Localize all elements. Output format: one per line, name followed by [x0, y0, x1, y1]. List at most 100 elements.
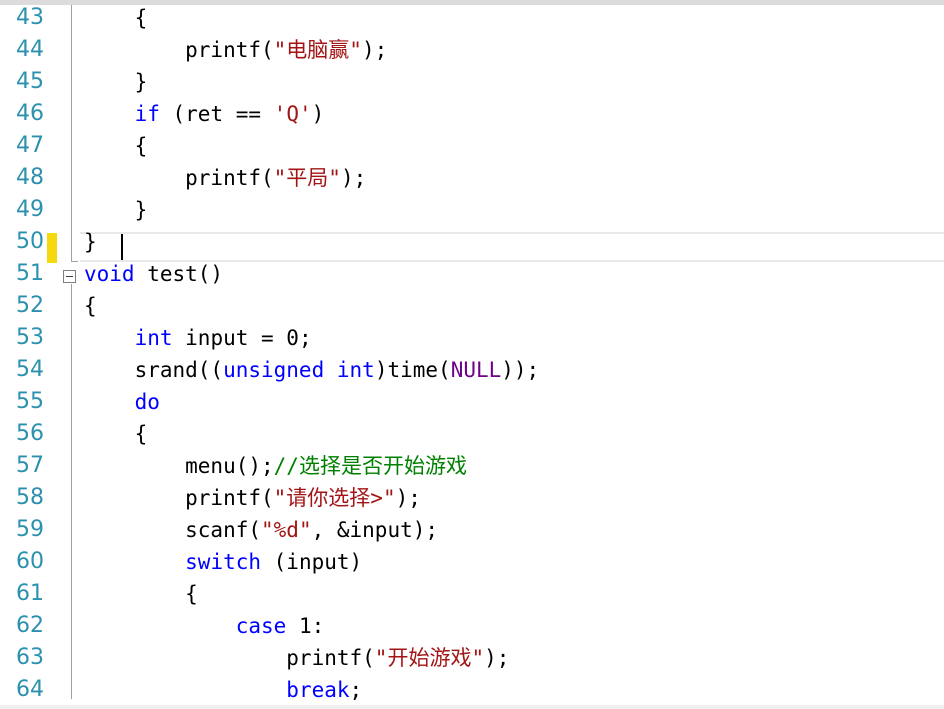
code-token: )); [501, 358, 540, 382]
code-line[interactable]: 63 printf("开始游戏"); [0, 642, 944, 674]
line-number: 49 [16, 197, 44, 222]
line-code[interactable]: } [84, 226, 97, 258]
line-code[interactable]: } [84, 66, 148, 98]
line-number: 63 [16, 645, 44, 670]
code-line[interactable]: 58 printf("请你选择>"); [0, 482, 944, 514]
line-number: 52 [16, 293, 44, 318]
code-line[interactable]: 45 } [0, 66, 944, 98]
code-token: ; [349, 678, 363, 702]
line-code[interactable]: printf("平局"); [84, 162, 366, 194]
line-code[interactable]: { [84, 2, 148, 34]
code-token: srand(( [84, 358, 224, 382]
line-number: 44 [16, 37, 44, 62]
code-line[interactable]: 52 { [0, 290, 944, 322]
line-number: 64 [16, 677, 44, 702]
line-code[interactable]: printf("电脑赢"); [84, 34, 387, 66]
code-line[interactable]: 54 srand((unsigned int)time(NULL)); [0, 354, 944, 386]
line-code[interactable]: break; [84, 674, 362, 706]
code-line[interactable]: 55 do [0, 386, 944, 418]
code-token: )time( [374, 358, 451, 382]
line-number: 48 [16, 165, 44, 190]
code-token: input = 0; [172, 326, 312, 350]
code-line[interactable]: 50} [0, 226, 944, 258]
line-number: 45 [16, 69, 44, 94]
line-code[interactable]: { [84, 578, 198, 610]
line-code[interactable]: scanf("%d", &input); [84, 514, 438, 546]
code-line[interactable]: 59 scanf("%d", &input); [0, 514, 944, 546]
code-token: ); [395, 486, 421, 510]
line-number: 46 [16, 101, 44, 126]
code-token: "开始游戏" [374, 646, 485, 670]
line-number: 59 [16, 517, 44, 542]
code-token: test() [134, 262, 224, 286]
code-line[interactable]: 56 { [0, 418, 944, 450]
text-cursor [121, 234, 123, 260]
code-token: ) [311, 102, 325, 126]
code-token: { [84, 6, 148, 30]
code-token: case [235, 614, 287, 638]
code-token: menu(); [84, 454, 274, 478]
code-token: break [286, 678, 350, 702]
code-line[interactable]: 44 printf("电脑赢"); [0, 34, 944, 66]
code-line[interactable]: 53 int input = 0; [0, 322, 944, 354]
line-code[interactable]: { [84, 290, 97, 322]
code-line[interactable]: 62 case 1: [0, 610, 944, 642]
line-number: 43 [16, 5, 44, 30]
code-token: "平局" [273, 166, 341, 190]
code-line[interactable]: 57 menu();//选择是否开始游戏 [0, 450, 944, 482]
line-code[interactable]: srand((unsigned int)time(NULL)); [84, 354, 540, 386]
line-code[interactable]: { [84, 130, 148, 162]
horizontal-scrollbar[interactable] [0, 705, 944, 709]
line-code[interactable]: do [84, 386, 160, 418]
code-token: printf( [84, 166, 274, 190]
code-line[interactable]: 51 void test() [0, 258, 944, 290]
line-code[interactable]: menu();//选择是否开始游戏 [84, 450, 467, 482]
line-code[interactable]: int input = 0; [84, 322, 312, 354]
code-token: { [84, 294, 97, 318]
code-line[interactable]: 47 { [0, 130, 944, 162]
code-line[interactable]: 61 { [0, 578, 944, 610]
line-code[interactable]: { [84, 418, 148, 450]
code-token: ); [484, 646, 510, 670]
code-token: ); [340, 166, 367, 190]
line-number: 57 [16, 453, 44, 478]
line-code[interactable]: void test() [84, 258, 223, 290]
code-token: printf( [84, 38, 274, 62]
code-editor[interactable]: 43 {44 printf("电脑赢"); 45 } 46 if (ret == '… [0, 5, 944, 709]
code-line[interactable]: 48 printf("平局"); [0, 162, 944, 194]
code-token: 1: [286, 614, 325, 638]
code-token: void [84, 262, 135, 286]
code-token: scanf( [84, 518, 262, 542]
code-line[interactable]: 60 switch (input) [0, 546, 944, 578]
code-token: int [134, 326, 173, 350]
code-token: //选择是否开始游戏 [273, 454, 467, 478]
code-line[interactable]: 64 break; [0, 674, 944, 706]
line-code[interactable]: printf("开始游戏"); [84, 642, 509, 674]
line-code[interactable]: } [84, 194, 148, 226]
code-token: { [84, 582, 198, 606]
line-number: 58 [16, 485, 44, 510]
line-number: 54 [16, 357, 44, 382]
line-number: 56 [16, 421, 44, 446]
code-line[interactable]: 46 if (ret == 'Q') [0, 98, 944, 130]
code-token: } [84, 198, 148, 222]
code-token: "%d" [261, 518, 312, 542]
code-token: { [84, 422, 148, 446]
code-line[interactable]: 49 } [0, 194, 944, 226]
code-token: if [134, 102, 160, 126]
line-code[interactable]: printf("请你选择>"); [84, 482, 421, 514]
line-code[interactable]: switch (input) [84, 546, 362, 578]
code-token: "请你选择>" [273, 486, 396, 510]
code-line[interactable]: 43 { [0, 2, 944, 34]
code-token: printf( [84, 486, 274, 510]
line-number: 62 [16, 613, 44, 638]
code-token: 'Q' [273, 102, 312, 126]
line-code[interactable]: if (ret == 'Q') [84, 98, 325, 130]
code-token: (input) [261, 550, 363, 574]
code-token: (ret == [159, 102, 274, 126]
line-code[interactable]: case 1: [84, 610, 325, 642]
